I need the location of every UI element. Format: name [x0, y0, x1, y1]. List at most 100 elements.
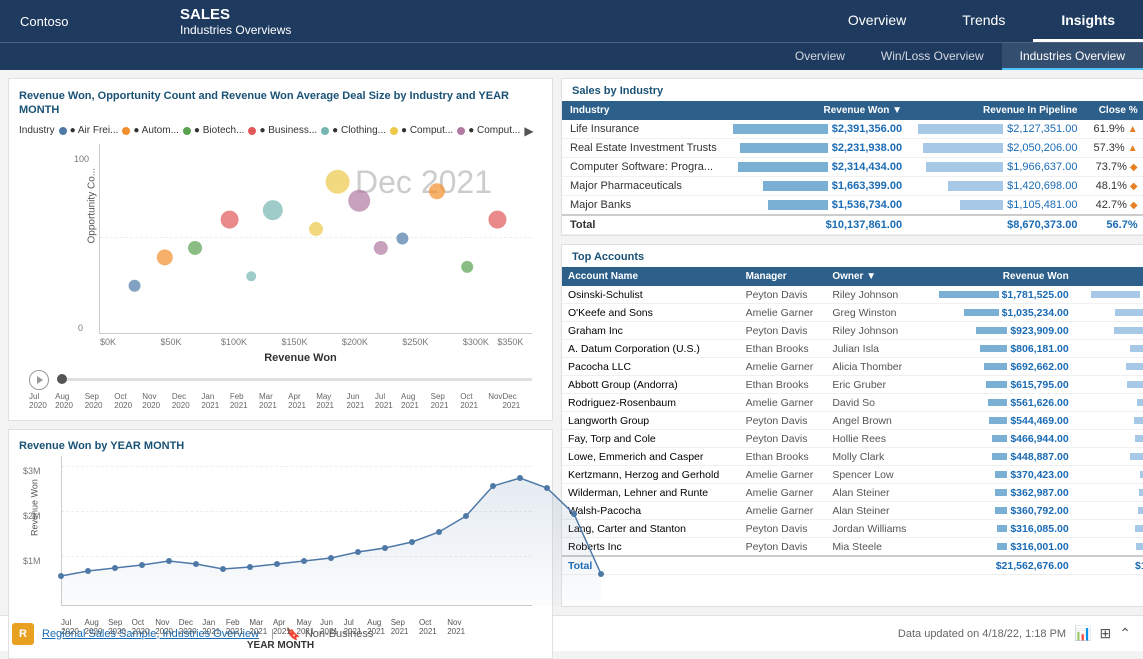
legend-item-0: ● Air Frei...: [59, 125, 119, 136]
td-owner: Alan Steiner: [826, 484, 920, 502]
timeline-dates: Jul 2020 Aug 2020 Sep 2020 Oct 2020 Nov …: [29, 392, 532, 410]
list-item: Roberts Inc Peyton Davis Mia Steele $316…: [562, 538, 1143, 557]
td-rev: $1,035,234.00: [920, 304, 1075, 322]
line-chart-container: $3M $2M $1M Revenue Won: [61, 456, 532, 606]
td-industry: Computer Software: Progra...: [562, 158, 725, 177]
legend-item-3: ● Business...: [248, 125, 317, 136]
timeline-bar[interactable]: [57, 378, 532, 381]
y-axis-label: Opportunity Co...: [86, 168, 97, 244]
td-rev-won: $1,663,399.00: [725, 177, 910, 196]
top-accounts-table: Account Name Manager Owner ▼ Revenue Won…: [562, 267, 1143, 575]
y-axis-rev-label: Revenue Won: [29, 479, 39, 536]
td-pipe: $632.25K: [1075, 358, 1143, 376]
td-owner: Riley Johnson: [826, 322, 920, 340]
xt-jul20: Jul2020: [61, 618, 79, 636]
td-account: Fay, Torp and Cole: [562, 430, 740, 448]
line-chart-card: Revenue Won by YEAR MONTH $3M $2M $1M Re…: [8, 429, 553, 659]
td-rev: $806,181.00: [920, 340, 1075, 358]
xt-jan21: Jan2021: [202, 618, 220, 636]
chart-icon[interactable]: 📊: [1074, 625, 1091, 642]
th-owner[interactable]: Owner ▼: [826, 267, 920, 286]
y-tick-0: 0: [78, 323, 83, 333]
x-axis-year-month: YEAR MONTH: [19, 640, 542, 651]
date-6: Dec 2020: [172, 392, 202, 410]
td-pipeline: $2,050,206.00: [910, 139, 1085, 158]
date-17: Nov: [488, 392, 502, 410]
th-pipeline: Revenue In Pipeline: [910, 101, 1085, 120]
td-manager: Peyton Davis: [740, 286, 827, 304]
td-owner: Mia Steele: [826, 538, 920, 557]
td-owner: Hollie Rees: [826, 430, 920, 448]
legend-more[interactable]: ▶: [524, 124, 533, 138]
td-rev: $360,792.00: [920, 502, 1075, 520]
timeline-handle[interactable]: [57, 374, 67, 384]
sub-tab-winloss[interactable]: Win/Loss Overview: [863, 43, 1002, 70]
list-item: Abbott Group (Andorra) Ethan Brooks Eric…: [562, 376, 1143, 394]
td-total-label: Total: [562, 215, 725, 235]
th-rev-won[interactable]: Revenue Won ▼: [725, 101, 910, 120]
td-pipe: $972.75K: [1075, 322, 1143, 340]
expand-icon[interactable]: ⊞: [1100, 625, 1112, 642]
td-pipe: $957.55K: [1075, 304, 1143, 322]
sub-tab-industries[interactable]: Industries Overview: [1002, 43, 1143, 70]
date-16: Oct 2021: [460, 392, 488, 410]
sub-tab-overview[interactable]: Overview: [777, 43, 863, 70]
date-10: Apr 2021: [288, 392, 316, 410]
tab-trends[interactable]: Trends: [934, 0, 1033, 42]
tab-overview[interactable]: Overview: [820, 0, 934, 42]
list-item: Wilderman, Lehner and Runte Amelie Garne…: [562, 484, 1143, 502]
list-item: Langworth Group Peyton Davis Angel Brown…: [562, 412, 1143, 430]
td-manager: Peyton Davis: [740, 322, 827, 340]
list-item: Walsh-Pacocha Amelie Garner Alan Steiner…: [562, 502, 1143, 520]
td-pipe: $241.38K: [1075, 484, 1143, 502]
td-account: Rodriguez-Rosenbaum: [562, 394, 740, 412]
legend-label: Industry: [19, 125, 55, 136]
top-accounts-scroll[interactable]: Account Name Manager Owner ▼ Revenue Won…: [562, 267, 1143, 606]
td-account: Graham Inc: [562, 322, 740, 340]
td-rev-won: $2,391,356.00: [725, 120, 910, 139]
td-manager: Peyton Davis: [740, 520, 827, 538]
date-3: Sep 2020: [85, 392, 115, 410]
td-pipe: $300.49K: [1075, 394, 1143, 412]
tab-insights[interactable]: Insights: [1033, 0, 1143, 42]
th-close-pct: Close %: [1085, 101, 1143, 120]
td-account: Wilderman, Lehner and Runte: [562, 484, 740, 502]
legend-label-2: ● Biotech...: [194, 125, 245, 136]
td-account: Abbott Group (Andorra): [562, 376, 740, 394]
date-4: Oct 2020: [114, 392, 142, 410]
scatter-chart-title: Revenue Won, Opportunity Count and Reven…: [19, 89, 542, 118]
td-manager: Amelie Garner: [740, 484, 827, 502]
play-button[interactable]: [29, 370, 49, 390]
nav-title: SALES: [180, 6, 360, 23]
td-rev: $362,987.00: [920, 484, 1075, 502]
td-pipe: $217.74K: [1075, 466, 1143, 484]
td-rev: $544,469.00: [920, 412, 1075, 430]
xt-apr21: Apr2021: [273, 618, 291, 636]
list-item: Pacocha LLC Amelie Garner Alicia Thomber…: [562, 358, 1143, 376]
td-acct-total-label: Total: [562, 556, 920, 575]
td-rev: $316,001.00: [920, 538, 1075, 557]
line-chart-svg: [61, 456, 532, 606]
td-account: Kertzmann, Herzog and Gerhold: [562, 466, 740, 484]
top-accounts-header: Account Name Manager Owner ▼ Revenue Won…: [562, 267, 1143, 286]
list-item: Graham Inc Peyton Davis Riley Johnson $9…: [562, 322, 1143, 340]
td-rev: $448,887.00: [920, 448, 1075, 466]
chevron-up-icon[interactable]: ⌃: [1119, 625, 1131, 642]
legend-label-6: ● Comput...: [468, 125, 520, 136]
td-manager: Amelie Garner: [740, 466, 827, 484]
td-account: Lang, Carter and Stanton: [562, 520, 740, 538]
td-rev: $370,423.00: [920, 466, 1075, 484]
xt-aug20: Aug2020: [85, 618, 103, 636]
nav-logo: Contoso: [0, 0, 160, 42]
td-pipeline: $1,420,698.00: [910, 177, 1085, 196]
td-rev: $615,795.00: [920, 376, 1075, 394]
legend-item-2: ● Biotech...: [183, 125, 245, 136]
td-pipeline: $1,105,481.00: [910, 196, 1085, 216]
legend-item-1: ● Autom...: [122, 125, 179, 136]
td-manager: Ethan Brooks: [740, 448, 827, 466]
td-rev: $561,626.00: [920, 394, 1075, 412]
td-pipe: $1,469.16k: [1075, 286, 1143, 304]
list-item: O'Keefe and Sons Amelie Garner Greg Wins…: [562, 304, 1143, 322]
td-pipe: $267.40K: [1075, 502, 1143, 520]
sales-by-industry-title: Sales by Industry: [562, 79, 1143, 101]
